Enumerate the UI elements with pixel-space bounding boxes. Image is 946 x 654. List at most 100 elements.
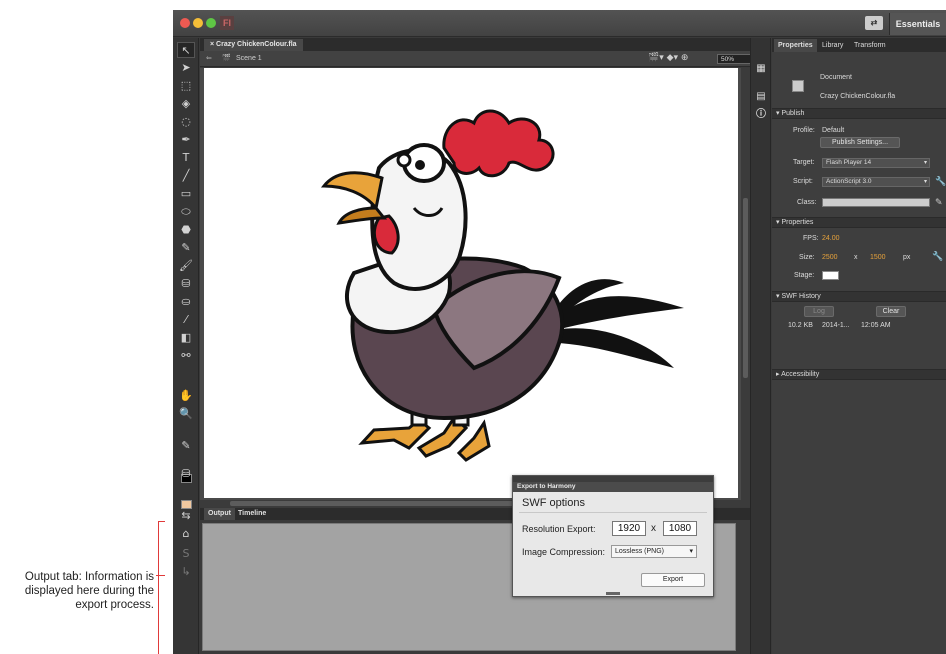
align-panel-icon[interactable]: ▦ [754, 62, 768, 76]
document-tab-title: Crazy ChickenColour.fla [216, 41, 297, 48]
target-label: Target: [793, 159, 815, 166]
edit-symbol-icons[interactable]: 🎬▾ ◆▾ ⊕ [648, 52, 688, 65]
tab-timeline[interactable]: Timeline [234, 508, 270, 520]
close-window-button[interactable] [180, 18, 190, 28]
selection-tool-icon[interactable]: ↖ [177, 42, 195, 58]
chicken-wattle [373, 214, 400, 255]
3d-rotation-tool-icon[interactable]: ◈ [177, 96, 195, 112]
swap-colors-icon[interactable]: ⇆ [177, 508, 195, 524]
back-arrow-icon[interactable]: ⇐ [206, 54, 212, 64]
swf-history-section-header[interactable]: ▾ SWF History [772, 291, 946, 302]
color-panel-icon[interactable]: ▤ [754, 90, 768, 104]
rectangle-tool-icon[interactable]: ▭ [177, 186, 195, 202]
zoom-tool-icon[interactable]: 🔍 [177, 406, 195, 422]
size-label: Size: [799, 254, 815, 261]
sync-settings-icon[interactable]: ⇄ [865, 16, 883, 30]
properties-section-header[interactable]: ▾ Properties [772, 217, 946, 228]
annotation-pointer [156, 575, 165, 576]
resolution-height-input[interactable]: 1080 [663, 521, 697, 536]
paint-bucket-tool-icon[interactable]: ⛁ [177, 276, 195, 292]
scene-icon: 🎬 [222, 55, 231, 62]
swf-size: 10.2 KB [788, 322, 813, 329]
resolution-width-input[interactable]: 1920 [612, 521, 646, 536]
fps-label: FPS: [803, 235, 819, 242]
size-unit: px [903, 254, 911, 261]
tab-transform[interactable]: Transform [850, 39, 890, 52]
free-transform-tool-icon[interactable]: ⬚ [177, 78, 195, 94]
size-separator: x [854, 254, 858, 261]
target-select[interactable]: Flash Player 14 ▾ [822, 158, 930, 168]
tab-properties[interactable]: Properties [774, 39, 817, 52]
bone-tool-icon[interactable]: ⚯ [177, 348, 195, 364]
publish-settings-button[interactable]: Publish Settings... [820, 137, 900, 148]
zoom-value: 50% [721, 56, 735, 63]
text-tool-icon[interactable]: T [177, 150, 195, 166]
document-tab[interactable]: × Crazy ChickenColour.fla [204, 39, 303, 51]
document-name: Crazy ChickenColour.fla [820, 93, 896, 100]
wrench-icon[interactable]: 🔧 [935, 177, 946, 187]
info-panel-icon[interactable]: ⓘ [754, 108, 768, 122]
eyedropper-tool-icon[interactable]: ⁄ [177, 312, 195, 328]
document-tab-bar: × Crazy ChickenColour.fla [200, 38, 750, 51]
hand-tool-icon[interactable]: ✋ [177, 388, 195, 404]
stage-height-value[interactable]: 1500 [870, 253, 886, 263]
fill-color-bucket-icon[interactable]: ⛁ [177, 466, 195, 482]
profile-label: Profile: [793, 127, 815, 134]
brush-tool-icon[interactable]: 🖌 [177, 258, 195, 274]
stage-area [200, 68, 750, 504]
chicken-comb [442, 109, 555, 178]
compression-select[interactable]: Lossless (PNG) ▾ [611, 545, 697, 558]
wrench-icon[interactable]: 🔧 [932, 252, 943, 262]
script-value: ActionScript 3.0 [826, 178, 872, 185]
eraser-tool-icon[interactable]: ◧ [177, 330, 195, 346]
class-label: Class: [797, 199, 817, 206]
chicken-beak [320, 171, 384, 212]
scene-label: Scene 1 [236, 55, 262, 62]
fps-value[interactable]: 24.00 [822, 234, 840, 244]
profile-value: Default [822, 127, 845, 134]
stroke-color-pencil-icon[interactable]: ✎ [177, 438, 195, 454]
ink-bottle-tool-icon[interactable]: ⛀ [177, 294, 195, 310]
clear-button[interactable]: Clear [876, 306, 906, 317]
line-tool-icon[interactable]: ╱ [177, 168, 195, 184]
log-button[interactable]: Log [804, 306, 834, 317]
minimize-window-button[interactable] [193, 18, 203, 28]
pencil-icon[interactable]: ✎ [935, 198, 943, 208]
snap-to-objects-icon[interactable]: ⌂ [177, 526, 195, 542]
stage-vertical-scrollbar[interactable] [741, 68, 750, 504]
oval-tool-icon[interactable]: ⬭ [177, 204, 195, 220]
scrollbar-thumb[interactable] [743, 198, 748, 378]
flash-logo-icon: Fl [220, 16, 234, 30]
workspace-essentials-button[interactable]: Essentials [889, 13, 946, 35]
tab-output[interactable]: Output [204, 508, 235, 520]
pen-tool-icon[interactable]: ✒ [177, 132, 195, 148]
target-value: Flash Player 14 [826, 159, 872, 166]
accessibility-section-header[interactable]: ▸ Accessibility [772, 369, 946, 380]
tab-library[interactable]: Library [818, 39, 847, 52]
swf-date: 2014-1... [822, 322, 850, 329]
straighten-option-icon[interactable]: ↳ [177, 564, 195, 580]
stage-width-value[interactable]: 2500 [822, 253, 838, 263]
stage-color-swatch[interactable] [822, 271, 839, 280]
export-button[interactable]: Export [641, 573, 705, 587]
chicken-artwork[interactable] [204, 68, 738, 498]
export-to-harmony-dialog: Export to Harmony SWF options Resolution… [512, 475, 714, 597]
dialog-titlebar[interactable]: Export to Harmony [513, 482, 713, 492]
chevron-down-icon: ▾ [689, 548, 693, 555]
publish-section-header[interactable]: ▾ Publish [772, 108, 946, 119]
chevron-down-icon: ▾ [923, 179, 927, 185]
pencil-tool-icon[interactable]: ✎ [177, 240, 195, 256]
script-select[interactable]: ActionScript 3.0 ▾ [822, 177, 930, 187]
subselection-tool-icon[interactable]: ➤ [177, 60, 195, 76]
resize-grip-icon[interactable] [606, 592, 620, 595]
resolution-separator: x [651, 523, 656, 534]
stage-canvas[interactable] [204, 68, 738, 498]
smooth-option-icon[interactable]: S [177, 546, 195, 562]
zoom-window-button[interactable] [206, 18, 216, 28]
stage-color-label: Stage: [794, 272, 815, 279]
properties-section-title: Properties [781, 219, 814, 226]
polystar-tool-icon[interactable]: ⬣ [177, 222, 195, 238]
class-input[interactable] [822, 198, 930, 207]
scene-bar: ⇐ 🎬 Scene 1 🎬▾ ◆▾ ⊕ 50% [200, 51, 765, 67]
lasso-tool-icon[interactable]: ◌ [177, 114, 195, 130]
